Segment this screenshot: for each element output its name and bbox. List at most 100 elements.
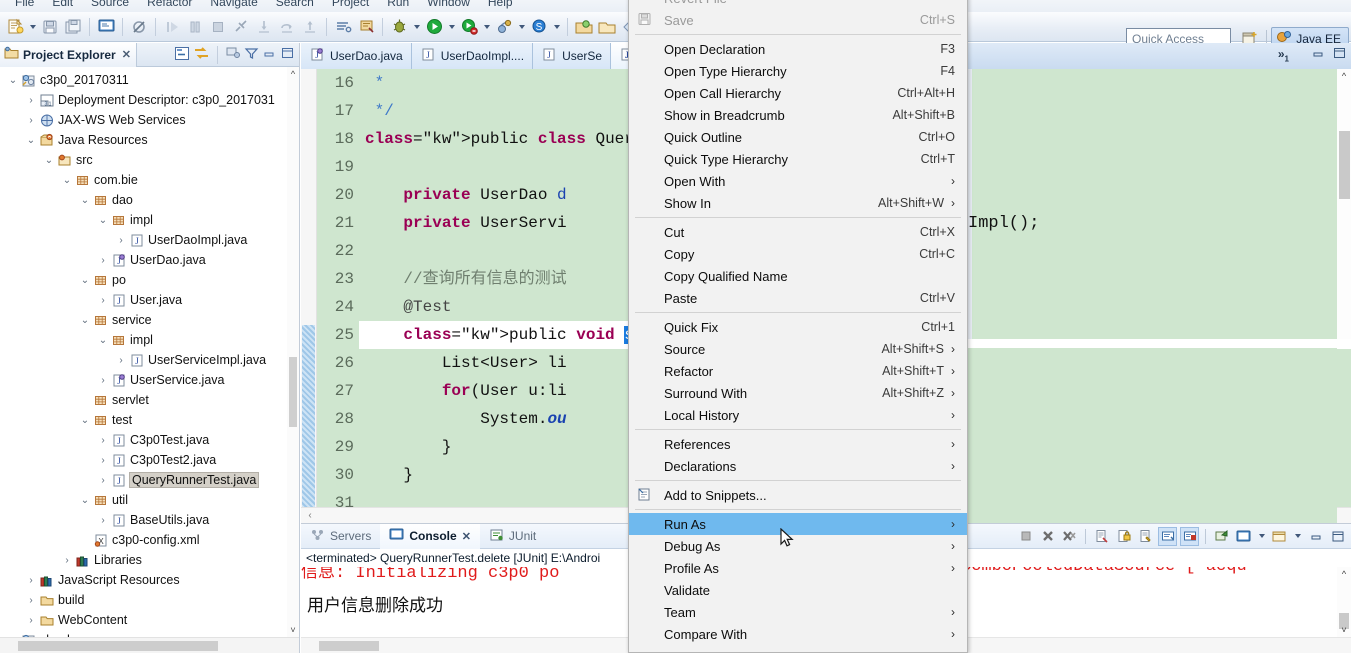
scroll-down-icon[interactable]: ˅ [1337, 623, 1351, 637]
new-java-dropdown-icon[interactable] [551, 15, 562, 39]
open-task-icon[interactable] [332, 15, 354, 39]
tree-twisty-icon[interactable]: › [24, 115, 38, 126]
hscrollbar-thumb[interactable] [319, 641, 379, 651]
tree-twisty-icon[interactable]: › [96, 435, 110, 446]
menu-item-quick-type-hierarchy[interactable]: Quick Type Hierarchy Ctrl+T [629, 148, 967, 170]
scrollbar-thumb[interactable] [1339, 131, 1350, 199]
tree-twisty-icon[interactable]: ⌄ [78, 275, 92, 286]
tree-item-dao[interactable]: ⌄ dao [0, 190, 299, 210]
tree-item-cloud[interactable]: ›cloud [0, 630, 299, 637]
tree-item-impl[interactable]: ⌄ impl [0, 210, 299, 230]
menu-item-local-history[interactable]: Local History › [629, 404, 967, 426]
coverage-dropdown-icon[interactable] [516, 15, 527, 39]
explorer-vertical-scrollbar[interactable]: ^ ˅ [287, 67, 299, 637]
tree-twisty-icon[interactable]: › [96, 375, 110, 386]
scroll-up-icon[interactable]: ^ [1337, 69, 1351, 83]
scroll-left-icon[interactable]: ‹ [301, 510, 319, 521]
maximize-icon[interactable] [1328, 527, 1347, 546]
display-selected-console-icon[interactable] [1234, 527, 1253, 546]
task-repository-icon[interactable] [355, 15, 377, 39]
tree-twisty-icon[interactable]: › [24, 95, 38, 106]
tree-item-webcontent[interactable]: › WebContent [0, 610, 299, 630]
menu-help[interactable]: Help [479, 0, 522, 9]
menu-run[interactable]: Run [378, 0, 418, 9]
editor-tab-userse[interactable]: J UserSe [533, 43, 612, 69]
tree-twisty-icon[interactable]: ⌄ [78, 495, 92, 506]
tree-twisty-icon[interactable]: ⌄ [96, 215, 110, 226]
project-tree[interactable]: ⌄ c3p0_20170311 › 3.1 Deployment Descriptor:… [0, 67, 299, 637]
new-wizard-icon[interactable] [4, 15, 26, 39]
open-resource-icon[interactable] [596, 15, 618, 39]
menu-edit[interactable]: Edit [43, 0, 82, 9]
new-java-class-icon[interactable]: S [528, 15, 550, 39]
scroll-lock-icon[interactable] [1136, 527, 1155, 546]
tree-item-service[interactable]: ⌄ service [0, 310, 299, 330]
maximize-icon[interactable] [1332, 46, 1347, 63]
tree-twisty-icon[interactable]: ⌄ [96, 335, 110, 346]
hscrollbar-thumb[interactable] [18, 641, 218, 651]
collapse-all-icon[interactable] [174, 46, 190, 64]
menu-item-validate[interactable]: Validate [629, 579, 967, 601]
clear-console-icon[interactable] [1092, 527, 1111, 546]
menu-item-copy[interactable]: Copy Ctrl+C [629, 243, 967, 265]
link-with-editor-icon[interactable] [193, 46, 210, 64]
tree-twisty-icon[interactable]: › [96, 255, 110, 266]
filters-icon[interactable] [244, 46, 259, 63]
console-view-icon[interactable] [95, 15, 117, 39]
tree-item-build[interactable]: › build [0, 590, 299, 610]
secondary-pane-scrollbar[interactable]: ^ [1337, 69, 1351, 339]
menu-item-profile-as[interactable]: Profile As › [629, 557, 967, 579]
editor-context-menu[interactable]: Revert FileSaveCtrl+SOpen DeclarationF3O… [628, 0, 968, 653]
tree-twisty-icon[interactable]: › [96, 475, 110, 486]
tree-item-com-bie[interactable]: ⌄ com.bie [0, 170, 299, 190]
display-console-dropdown-icon[interactable] [1256, 524, 1267, 548]
coverage-icon[interactable] [493, 15, 515, 39]
tree-item-impl[interactable]: ⌄ impl [0, 330, 299, 350]
editor-tab-overflow-icon[interactable]: »1 [1278, 47, 1289, 63]
editor-tab-userdaoimpl[interactable]: J UserDaoImpl.... [411, 43, 534, 69]
minimize-icon[interactable] [1306, 527, 1325, 546]
menu-item-quick-fix[interactable]: Quick Fix Ctrl+1 [629, 316, 967, 338]
menu-item-add-to-snippets[interactable]: Add to Snippets... [629, 484, 967, 506]
minimize-icon[interactable] [1311, 46, 1326, 63]
scroll-up-icon[interactable]: ^ [287, 67, 299, 81]
tree-item-test[interactable]: ⌄ test [0, 410, 299, 430]
menu-item-source[interactable]: Source Alt+Shift+S › [629, 338, 967, 360]
menu-item-paste[interactable]: Paste Ctrl+V [629, 287, 967, 309]
tree-item-servlet[interactable]: servlet [0, 390, 299, 410]
tab-project-explorer[interactable]: Project Explorer ✕ [0, 42, 137, 67]
tree-twisty-icon[interactable]: ⌄ [6, 75, 20, 86]
tree-twisty-icon[interactable]: ⌄ [78, 315, 92, 326]
menu-project[interactable]: Project [323, 0, 378, 9]
tree-item-user-java[interactable]: › J User.java [0, 290, 299, 310]
menu-window[interactable]: Window [418, 0, 479, 9]
scroll-up-icon[interactable]: ^ [1337, 567, 1351, 581]
pin-console-icon[interactable] [1212, 527, 1231, 546]
menu-item-open-type-hierarchy[interactable]: Open Type Hierarchy F4 [629, 60, 967, 82]
tree-item-util[interactable]: ⌄ util [0, 490, 299, 510]
run-external-tools-icon[interactable] [458, 15, 480, 39]
save-all-icon[interactable] [62, 15, 84, 39]
menu-navigate[interactable]: Navigate [201, 0, 266, 9]
skip-breakpoints-icon[interactable] [128, 15, 150, 39]
menu-item-references[interactable]: References › [629, 433, 967, 455]
tree-item-userservice-java[interactable]: › J UserService.java [0, 370, 299, 390]
show-console-on-output-icon[interactable] [1158, 526, 1177, 546]
menu-item-cut[interactable]: Cut Ctrl+X [629, 221, 967, 243]
tree-item-c3p0-20170311[interactable]: ⌄ c3p0_20170311 [0, 70, 299, 90]
tree-twisty-icon[interactable]: ⌄ [60, 175, 74, 186]
editor-secondary-pane[interactable]: Impl(); ^ [968, 69, 1351, 339]
new-wizard-dropdown-icon[interactable] [27, 15, 38, 39]
scroll-down-icon[interactable]: ˅ [287, 623, 299, 637]
run-external-dropdown-icon[interactable] [481, 15, 492, 39]
tree-twisty-icon[interactable]: › [114, 235, 128, 246]
open-type-icon[interactable] [573, 15, 595, 39]
tree-item-jax-ws-web-services[interactable]: › JAX-WS Web Services [0, 110, 299, 130]
run-icon[interactable] [423, 15, 445, 39]
remove-launch-icon[interactable] [1038, 527, 1057, 546]
debug-dropdown-icon[interactable] [411, 15, 422, 39]
menu-file[interactable]: File [6, 0, 43, 9]
view-menu-icon[interactable] [225, 46, 241, 63]
explorer-horizontal-scrollbar[interactable] [0, 637, 299, 653]
lock-scroll-icon[interactable] [1114, 527, 1133, 546]
